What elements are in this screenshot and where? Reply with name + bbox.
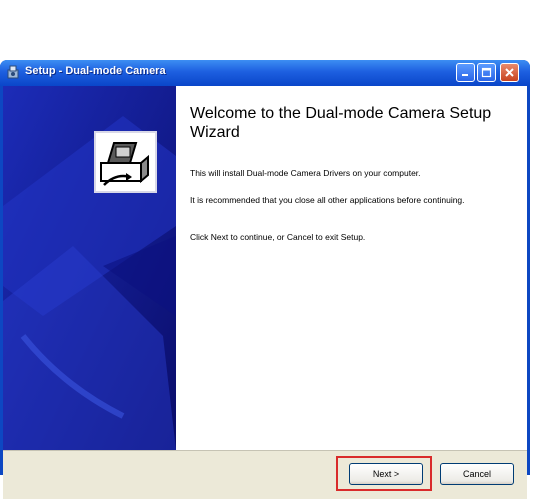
minimize-icon [462, 74, 468, 76]
maximize-icon [481, 67, 492, 78]
wizard-client-area: Welcome to the Dual-mode Camera Setup Wi… [3, 86, 527, 499]
window-title: Setup - Dual-mode Camera [25, 65, 166, 77]
minimize-button[interactable] [456, 63, 475, 82]
maximize-button[interactable] [477, 63, 496, 82]
next-instructions-text: Click Next to continue, or Cancel to exi… [190, 232, 366, 242]
setup-app-icon [7, 65, 19, 79]
wizard-button-bar: Next > Cancel [3, 450, 527, 499]
title-bar[interactable]: Setup - Dual-mode Camera [0, 60, 530, 86]
next-button[interactable]: Next > [349, 463, 423, 485]
install-info-text: This will install Dual-mode Camera Drive… [190, 168, 421, 178]
wizard-heading: Welcome to the Dual-mode Camera Setup Wi… [190, 105, 492, 141]
close-apps-text: It is recommended that you close all oth… [190, 195, 465, 205]
close-icon [505, 68, 514, 77]
setup-window: Setup - Dual-mode Camera Welcome to the … [0, 60, 530, 499]
wizard-side-panel [3, 86, 176, 450]
cancel-button[interactable]: Cancel [440, 463, 514, 485]
close-button[interactable] [500, 63, 519, 82]
camera-setup-icon [94, 131, 157, 193]
